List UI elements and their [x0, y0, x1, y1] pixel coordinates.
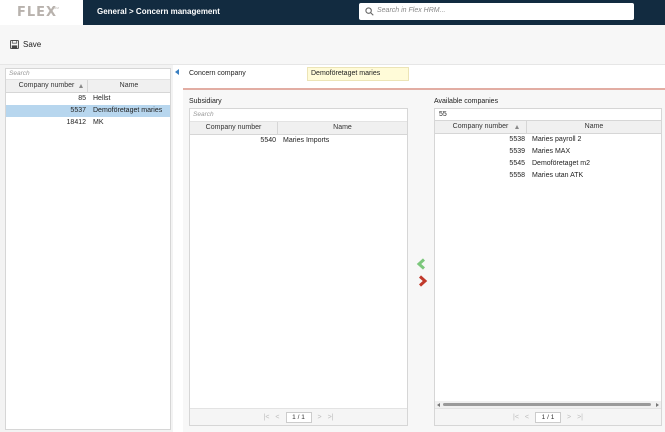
column-label: Name	[333, 124, 352, 131]
company-number-cell: 5558	[509, 172, 525, 179]
company-number-cell: 5539	[509, 148, 525, 155]
available-pager: |< < 1 / 1 > >|	[435, 408, 661, 425]
top-bar: FLEX HRM General > Concern management Se…	[0, 0, 665, 25]
search-icon	[365, 7, 374, 16]
subsidiary-pager: |< < 1 / 1 > >|	[190, 408, 407, 425]
logo-subtext: HRM	[52, 6, 59, 10]
save-button[interactable]: Save	[10, 37, 41, 51]
page-indicator[interactable]: 1 / 1	[535, 411, 561, 423]
column-name[interactable]: Name	[527, 121, 661, 133]
available-grid: Company number Name 5538 Maries payroll …	[434, 121, 662, 426]
company-list-panel: Search Company number Name 85 Hellst 553…	[0, 65, 173, 432]
column-label: Name	[584, 123, 604, 130]
grid-header: Company number Name	[190, 122, 407, 135]
sort-ascending-icon[interactable]	[79, 84, 83, 88]
table-row[interactable]: 5539 Maries MAX	[435, 146, 661, 158]
company-name-cell: MK	[93, 119, 104, 126]
subsidiary-label: Subsidiary	[189, 98, 222, 105]
search-placeholder: Search in Flex HRM...	[377, 7, 446, 14]
scroll-right-icon[interactable]	[656, 403, 659, 407]
table-row[interactable]: 5540 Maries Imports	[190, 135, 407, 147]
table-row-selected[interactable]: 5537 Demoföretaget maries	[6, 105, 170, 117]
column-name[interactable]: Name	[88, 80, 170, 92]
scroll-left-icon[interactable]	[437, 403, 440, 407]
company-number-cell: 5538	[509, 136, 525, 143]
move-to-available-icon[interactable]	[416, 275, 428, 287]
company-search-input[interactable]: Search	[6, 69, 170, 80]
collapse-panel-icon[interactable]	[175, 69, 179, 75]
company-number-cell: 85	[78, 95, 86, 102]
move-to-subsidiary-icon[interactable]	[416, 258, 428, 270]
table-row[interactable]: 5538 Maries payroll 2	[435, 134, 661, 146]
column-company-number[interactable]: Company number	[190, 122, 278, 134]
grid-header: Company number Name	[435, 121, 661, 134]
table-row[interactable]: 18412 MK	[6, 117, 170, 129]
company-name-cell: Maries MAX	[532, 148, 571, 155]
concern-company-label: Concern company	[189, 70, 246, 77]
save-label: Save	[23, 39, 42, 49]
column-label: Company number	[452, 123, 509, 130]
table-row[interactable]: 5545 Demoföretaget m2	[435, 158, 661, 170]
prev-page-button[interactable]: <	[275, 414, 279, 421]
column-label: Name	[119, 82, 139, 89]
company-number-cell: 18412	[66, 119, 86, 126]
available-search-input[interactable]: 55	[434, 108, 662, 121]
company-number-cell: 5545	[509, 160, 525, 167]
company-name-cell: Hellst	[93, 95, 111, 102]
toolbar: Save	[0, 25, 665, 65]
sort-ascending-icon[interactable]	[515, 125, 519, 129]
column-company-number[interactable]: Company number	[435, 121, 527, 133]
scrollbar-thumb[interactable]	[443, 403, 651, 406]
subsidiary-search-input[interactable]: Search	[190, 109, 407, 122]
company-name-cell: Maries Imports	[283, 137, 330, 144]
column-label: Company number	[18, 82, 75, 89]
company-name-cell: Demoföretaget m2	[532, 160, 590, 167]
company-number-cell: 5537	[70, 107, 86, 114]
logo-area[interactable]: FLEX HRM	[0, 0, 83, 25]
company-name-cell: Maries payroll 2	[532, 136, 582, 143]
horizontal-scrollbar[interactable]	[435, 401, 661, 408]
next-page-button[interactable]: >	[567, 414, 571, 421]
table-row[interactable]: 5558 Maries utan ATK	[435, 170, 661, 182]
floppy-disk-icon	[10, 39, 19, 49]
page-indicator[interactable]: 1 / 1	[285, 411, 312, 423]
last-page-button[interactable]: >|	[577, 414, 583, 421]
available-companies-label: Available companies	[434, 98, 499, 105]
first-page-button[interactable]: |<	[264, 414, 270, 421]
table-row[interactable]: 85 Hellst	[6, 93, 170, 105]
first-page-button[interactable]: |<	[513, 414, 519, 421]
prev-page-button[interactable]: <	[525, 414, 529, 421]
subsidiary-grid: Search Company number Name 5540 Maries I…	[189, 108, 408, 426]
column-company-number[interactable]: Company number	[6, 80, 88, 92]
grid-header: Company number Name	[6, 80, 170, 93]
last-page-button[interactable]: >|	[328, 414, 334, 421]
concern-company-field[interactable]: Demoföretaget maries	[307, 67, 409, 81]
next-page-button[interactable]: >	[318, 414, 322, 421]
company-name-cell: Demoföretaget maries	[93, 107, 163, 114]
breadcrumb: General > Concern management	[97, 7, 220, 16]
company-number-cell: 5540	[260, 137, 276, 144]
global-search-input[interactable]: Search in Flex HRM...	[359, 3, 634, 20]
column-label: Company number	[205, 124, 262, 131]
company-grid: Search Company number Name 85 Hellst 553…	[5, 68, 171, 430]
column-name[interactable]: Name	[278, 122, 407, 134]
company-name-cell: Maries utan ATK	[532, 172, 584, 179]
